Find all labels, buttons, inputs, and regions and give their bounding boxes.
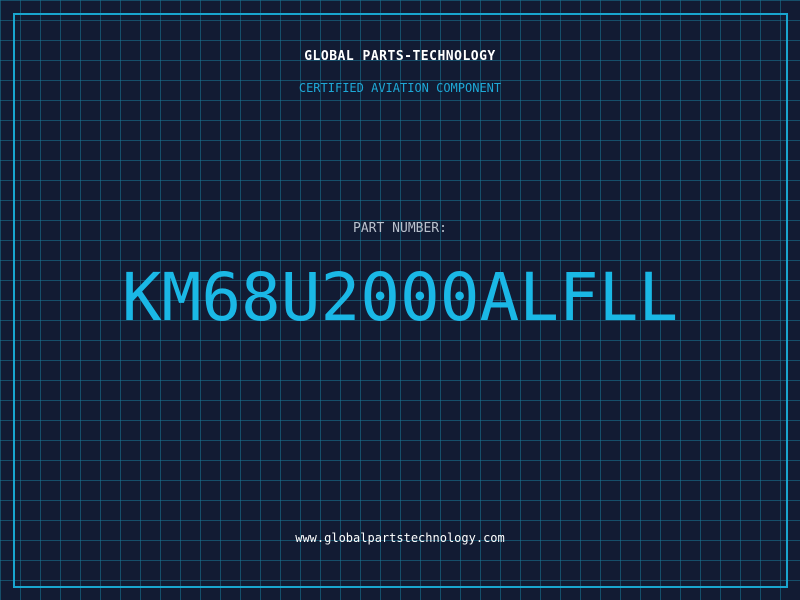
company-name: GLOBAL PARTS-TECHNOLOGY — [304, 49, 496, 64]
certification-subtitle: CERTIFIED AVIATION COMPONENT — [298, 81, 502, 95]
part-number-value: KM68U2000ALFLL — [121, 259, 679, 336]
website-url: www.globalpartstechnology.com — [295, 531, 505, 545]
part-number-label: PART NUMBER: — [353, 221, 447, 236]
